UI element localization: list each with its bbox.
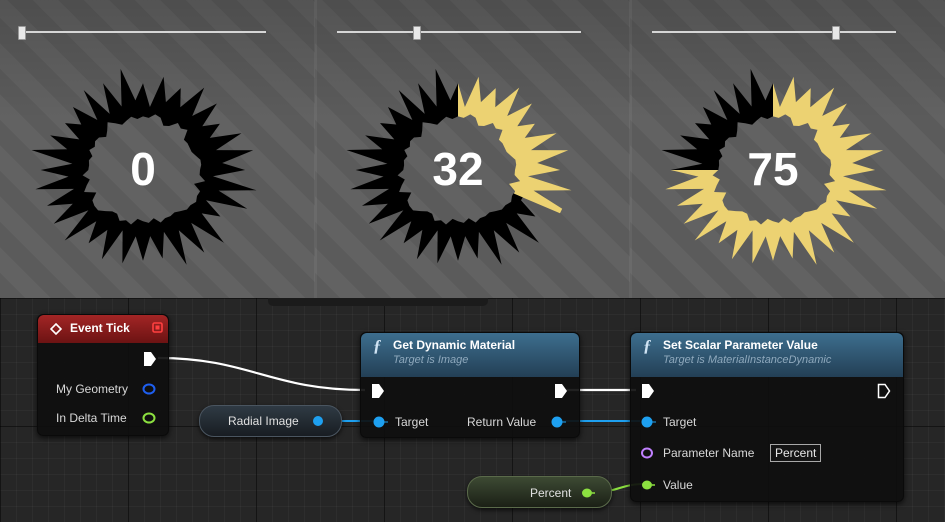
get-dynamic-material-node[interactable]: ƒ Get Dynamic Material Target is Image T… [360, 332, 580, 438]
exec-out-pin-icon[interactable] [877, 383, 891, 399]
set-scalar-parameter-node[interactable]: ƒ Set Scalar Parameter Value Target is M… [630, 332, 904, 502]
float-pin-icon[interactable] [641, 479, 655, 491]
function-icon: ƒ [643, 336, 652, 355]
get-dynamic-material-header[interactable]: ƒ Get Dynamic Material Target is Image [361, 333, 579, 377]
function-icon: ƒ [373, 336, 382, 355]
exec-wire[interactable] [157, 356, 366, 392]
event-tick-header[interactable]: Event Tick [38, 315, 168, 343]
object-pin-icon[interactable] [312, 415, 326, 427]
pin-label-in-delta-time: In Delta Time [56, 411, 127, 425]
node-subtitle: Target is Image [393, 354, 469, 366]
node-subtitle: Target is MaterialInstanceDynamic [663, 354, 832, 366]
percent-variable-node[interactable]: Percent [467, 476, 612, 508]
name-pin-icon[interactable] [641, 447, 655, 459]
event-diamond-icon [50, 323, 62, 335]
event-tick-node[interactable]: Event Tick My Geometry In Delta Time [37, 314, 169, 436]
node-title: Set Scalar Parameter Value [663, 338, 818, 352]
object-pin-icon[interactable] [551, 416, 567, 428]
node-title: Get Dynamic Material [393, 338, 516, 352]
pin-label-target: Target [395, 415, 429, 429]
exec-in-pin-icon[interactable] [641, 383, 655, 399]
radial-image-variable-node[interactable]: Radial Image [199, 405, 342, 437]
set-scalar-parameter-header[interactable]: ƒ Set Scalar Parameter Value Target is M… [631, 333, 903, 377]
object-pin-icon[interactable] [641, 416, 657, 428]
pin-label-target: Target [663, 415, 697, 429]
exec-out-pin-icon[interactable] [554, 383, 568, 399]
exec-out-pin-icon[interactable] [143, 351, 157, 367]
pin-label-parameter-name: Parameter Name [663, 446, 755, 460]
float-pin-icon[interactable] [142, 412, 156, 424]
variable-label: Radial Image [228, 414, 299, 428]
float-pin-icon[interactable] [581, 487, 595, 499]
delegate-pin-icon[interactable] [152, 322, 163, 333]
pin-label-return-value: Return Value [467, 415, 537, 429]
parameter-name-input[interactable]: Percent [770, 444, 822, 462]
node-title: Event Tick [70, 321, 130, 335]
object-pin-icon[interactable] [373, 416, 389, 428]
exec-in-pin-icon[interactable] [371, 383, 385, 399]
pin-label-my-geometry: My Geometry [56, 382, 129, 396]
variable-label: Percent [530, 486, 572, 500]
pin-label-value: Value [663, 478, 693, 492]
struct-pin-icon[interactable] [142, 383, 156, 395]
